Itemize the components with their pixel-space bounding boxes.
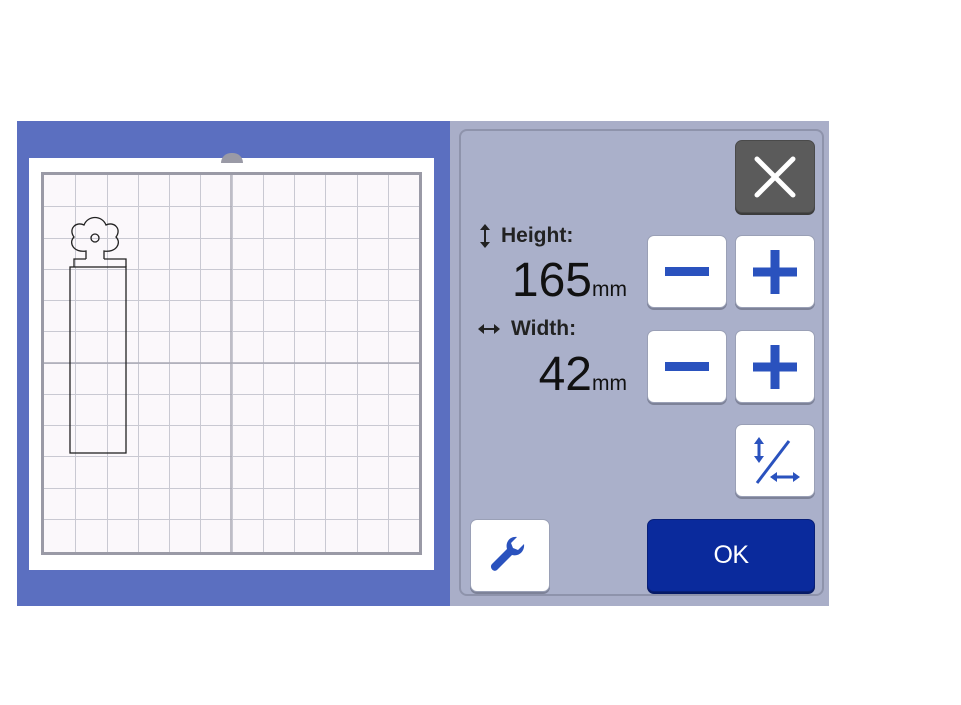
aspect-ratio-toggle-icon <box>754 436 800 484</box>
bookmark-shape[interactable] <box>64 215 144 455</box>
wrench-icon <box>490 536 525 571</box>
width-decrease-button[interactable] <box>647 330 727 403</box>
height-increase-button[interactable] <box>735 235 815 308</box>
cutting-machine-screen: Height: 165mm Width: 42mm OK <box>17 121 829 606</box>
height-decrease-button[interactable] <box>647 235 727 308</box>
height-value: 165mm <box>512 257 627 305</box>
ok-button[interactable]: OK <box>647 519 815 592</box>
aspect-ratio-toggle-button[interactable] <box>735 424 815 497</box>
mat-preview-area <box>17 121 450 606</box>
minus-icon <box>665 266 709 276</box>
mat-tab <box>221 153 243 163</box>
close-icon <box>754 156 796 197</box>
width-number: 42 <box>538 348 592 401</box>
horizontal-arrow-icon <box>478 324 500 334</box>
close-button[interactable] <box>735 140 815 213</box>
settings-button[interactable] <box>470 519 550 592</box>
width-label: Width: <box>477 317 576 341</box>
minus-icon <box>665 361 709 371</box>
plus-icon <box>753 344 797 389</box>
edit-panel-frame: Height: 165mm Width: 42mm OK <box>459 129 824 596</box>
width-increase-button[interactable] <box>735 330 815 403</box>
vertical-arrow-icon <box>480 224 490 248</box>
cutting-mat <box>29 153 434 570</box>
edit-panel: Height: 165mm Width: 42mm OK <box>450 121 829 606</box>
width-value: 42mm <box>539 351 627 399</box>
width-label-text: Width: <box>511 317 577 340</box>
height-unit: mm <box>592 278 627 301</box>
plus-icon <box>753 249 797 294</box>
height-label-text: Height: <box>501 224 574 247</box>
height-label: Height: <box>479 223 573 249</box>
mat-grid <box>41 172 422 555</box>
height-number: 165 <box>511 254 592 307</box>
width-unit: mm <box>592 372 627 395</box>
ok-button-label: OK <box>713 541 749 569</box>
